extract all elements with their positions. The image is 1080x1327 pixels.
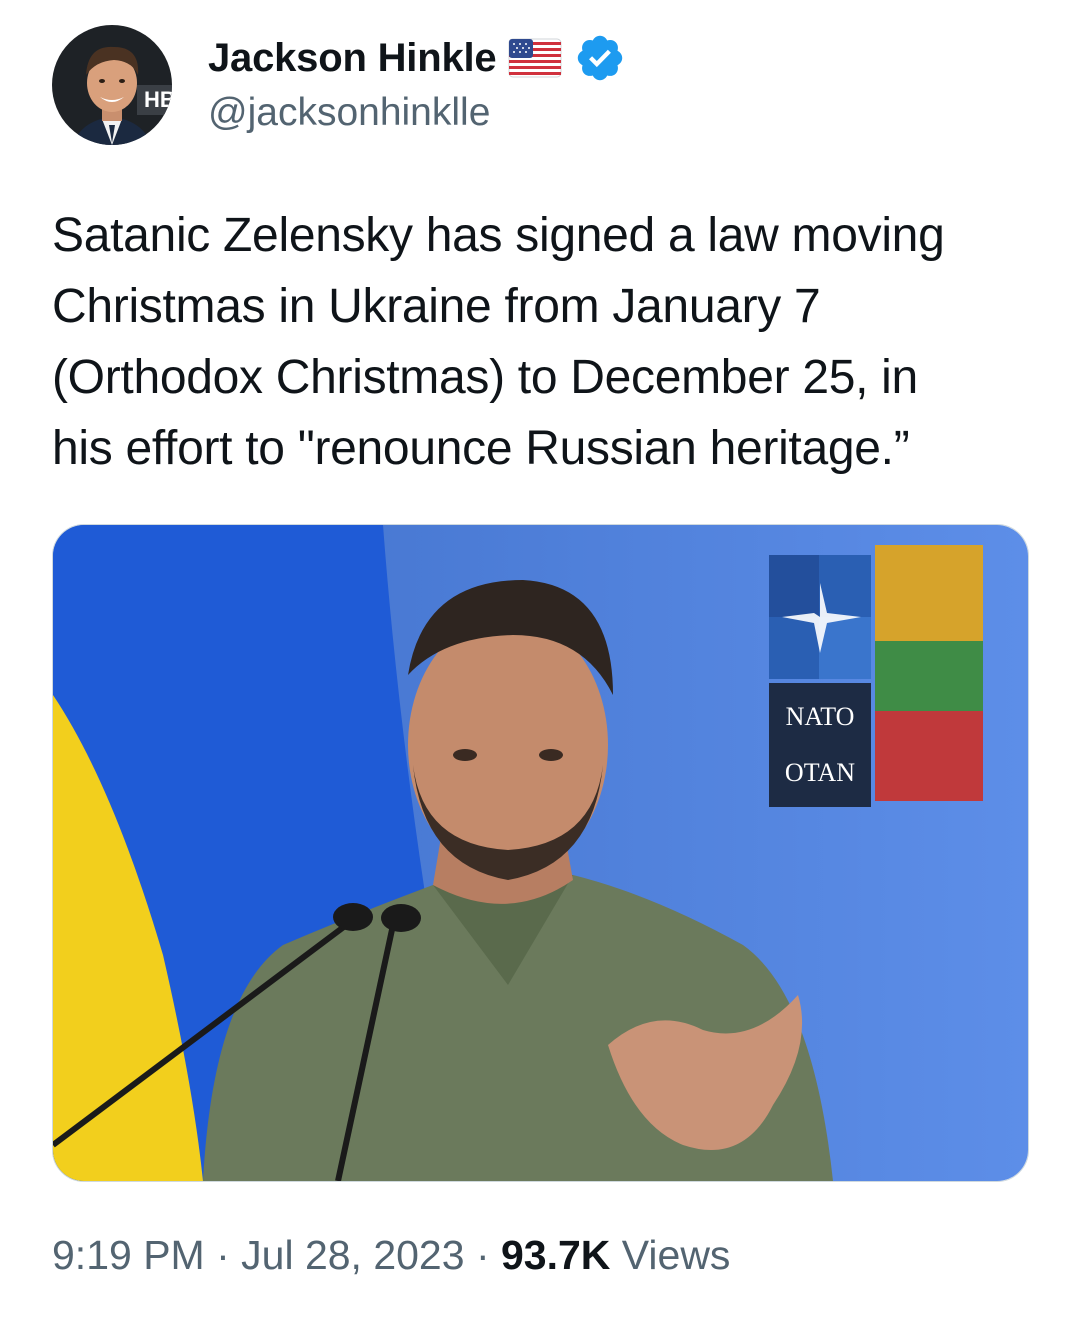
name-row: Jackson Hinkle <box>208 33 626 83</box>
meta-separator: · <box>204 1232 242 1278</box>
views-label: Views <box>610 1232 731 1278</box>
views-count[interactable]: 93.7K <box>501 1232 610 1278</box>
avatar[interactable]: HB <box>52 25 172 145</box>
tweet-text: Satanic Zelensky has signed a law moving… <box>52 209 945 475</box>
tweet-header: HB Jackson Hinkle @jacksonhinklle <box>52 25 1032 145</box>
verified-badge-icon[interactable] <box>574 32 626 84</box>
otan-sign-text: OTAN <box>785 758 855 787</box>
nato-summit-logo: NATO OTAN <box>769 545 983 807</box>
tweet-date[interactable]: Jul 28, 2023 <box>241 1232 464 1278</box>
svg-text:HB: HB <box>144 87 172 112</box>
tweet-time[interactable]: 9:19 PM <box>52 1232 205 1278</box>
press-conference-photo: NATO OTAN <box>53 525 1028 1181</box>
tweet-meta: 9:19 PM · Jul 28, 2023 · 93.7K Views <box>52 1232 730 1279</box>
tweet-media-photo[interactable]: NATO OTAN <box>52 524 1029 1182</box>
user-handle[interactable]: @jacksonhinklle <box>208 91 490 135</box>
display-name[interactable]: Jackson Hinkle <box>208 36 497 81</box>
us-flag-icon <box>508 38 562 78</box>
profile-photo: HB <box>52 25 172 145</box>
meta-separator: · <box>464 1232 501 1278</box>
nato-sign-text: NATO <box>786 702 855 731</box>
